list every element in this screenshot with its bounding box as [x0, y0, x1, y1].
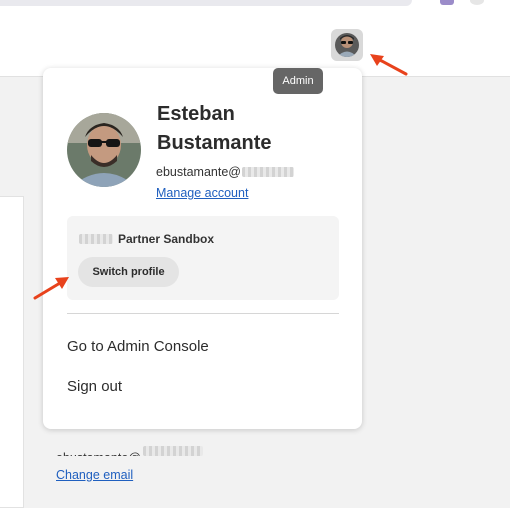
menu-divider	[67, 313, 339, 314]
redacted-email-domain	[241, 167, 294, 177]
profile-menu: Esteban Bustamante ebustamante@ Manage a…	[43, 68, 362, 429]
account-email-text: ebustamante@	[56, 447, 141, 456]
org-profile-card: Partner Sandbox Switch profile	[67, 216, 339, 300]
org-name-text: Partner Sandbox	[118, 232, 215, 246]
org-name: Partner Sandbox	[79, 232, 214, 246]
profile-photo	[67, 113, 141, 187]
user-name: Esteban Bustamante	[157, 103, 272, 154]
admin-tooltip: Admin	[273, 68, 323, 94]
user-email: ebustamante@	[156, 165, 294, 179]
extension-icon[interactable]	[440, 0, 454, 5]
sign-out-menu-item[interactable]: Sign out	[67, 378, 122, 395]
annotation-arrow-avatar	[370, 54, 408, 76]
user-avatar-icon	[335, 33, 359, 57]
redacted-account-email-domain	[142, 446, 203, 456]
user-email-text: ebustamante@	[156, 165, 241, 179]
top-bar	[0, 0, 510, 77]
profile-icon[interactable]	[470, 0, 484, 5]
annotation-arrow-switch-profile	[33, 277, 69, 300]
profile-avatar-icon	[67, 113, 141, 187]
account-email: ebustamante@	[56, 446, 203, 456]
switch-profile-button[interactable]: Switch profile	[78, 257, 179, 287]
avatar-button[interactable]	[331, 29, 363, 61]
redacted-org-prefix	[79, 234, 113, 244]
background-card	[0, 196, 24, 508]
manage-account-link[interactable]: Manage account	[156, 186, 248, 200]
admin-console-menu-item[interactable]: Go to Admin Console	[67, 338, 209, 355]
change-email-link[interactable]: Change email	[56, 468, 133, 482]
address-bar	[0, 0, 412, 6]
